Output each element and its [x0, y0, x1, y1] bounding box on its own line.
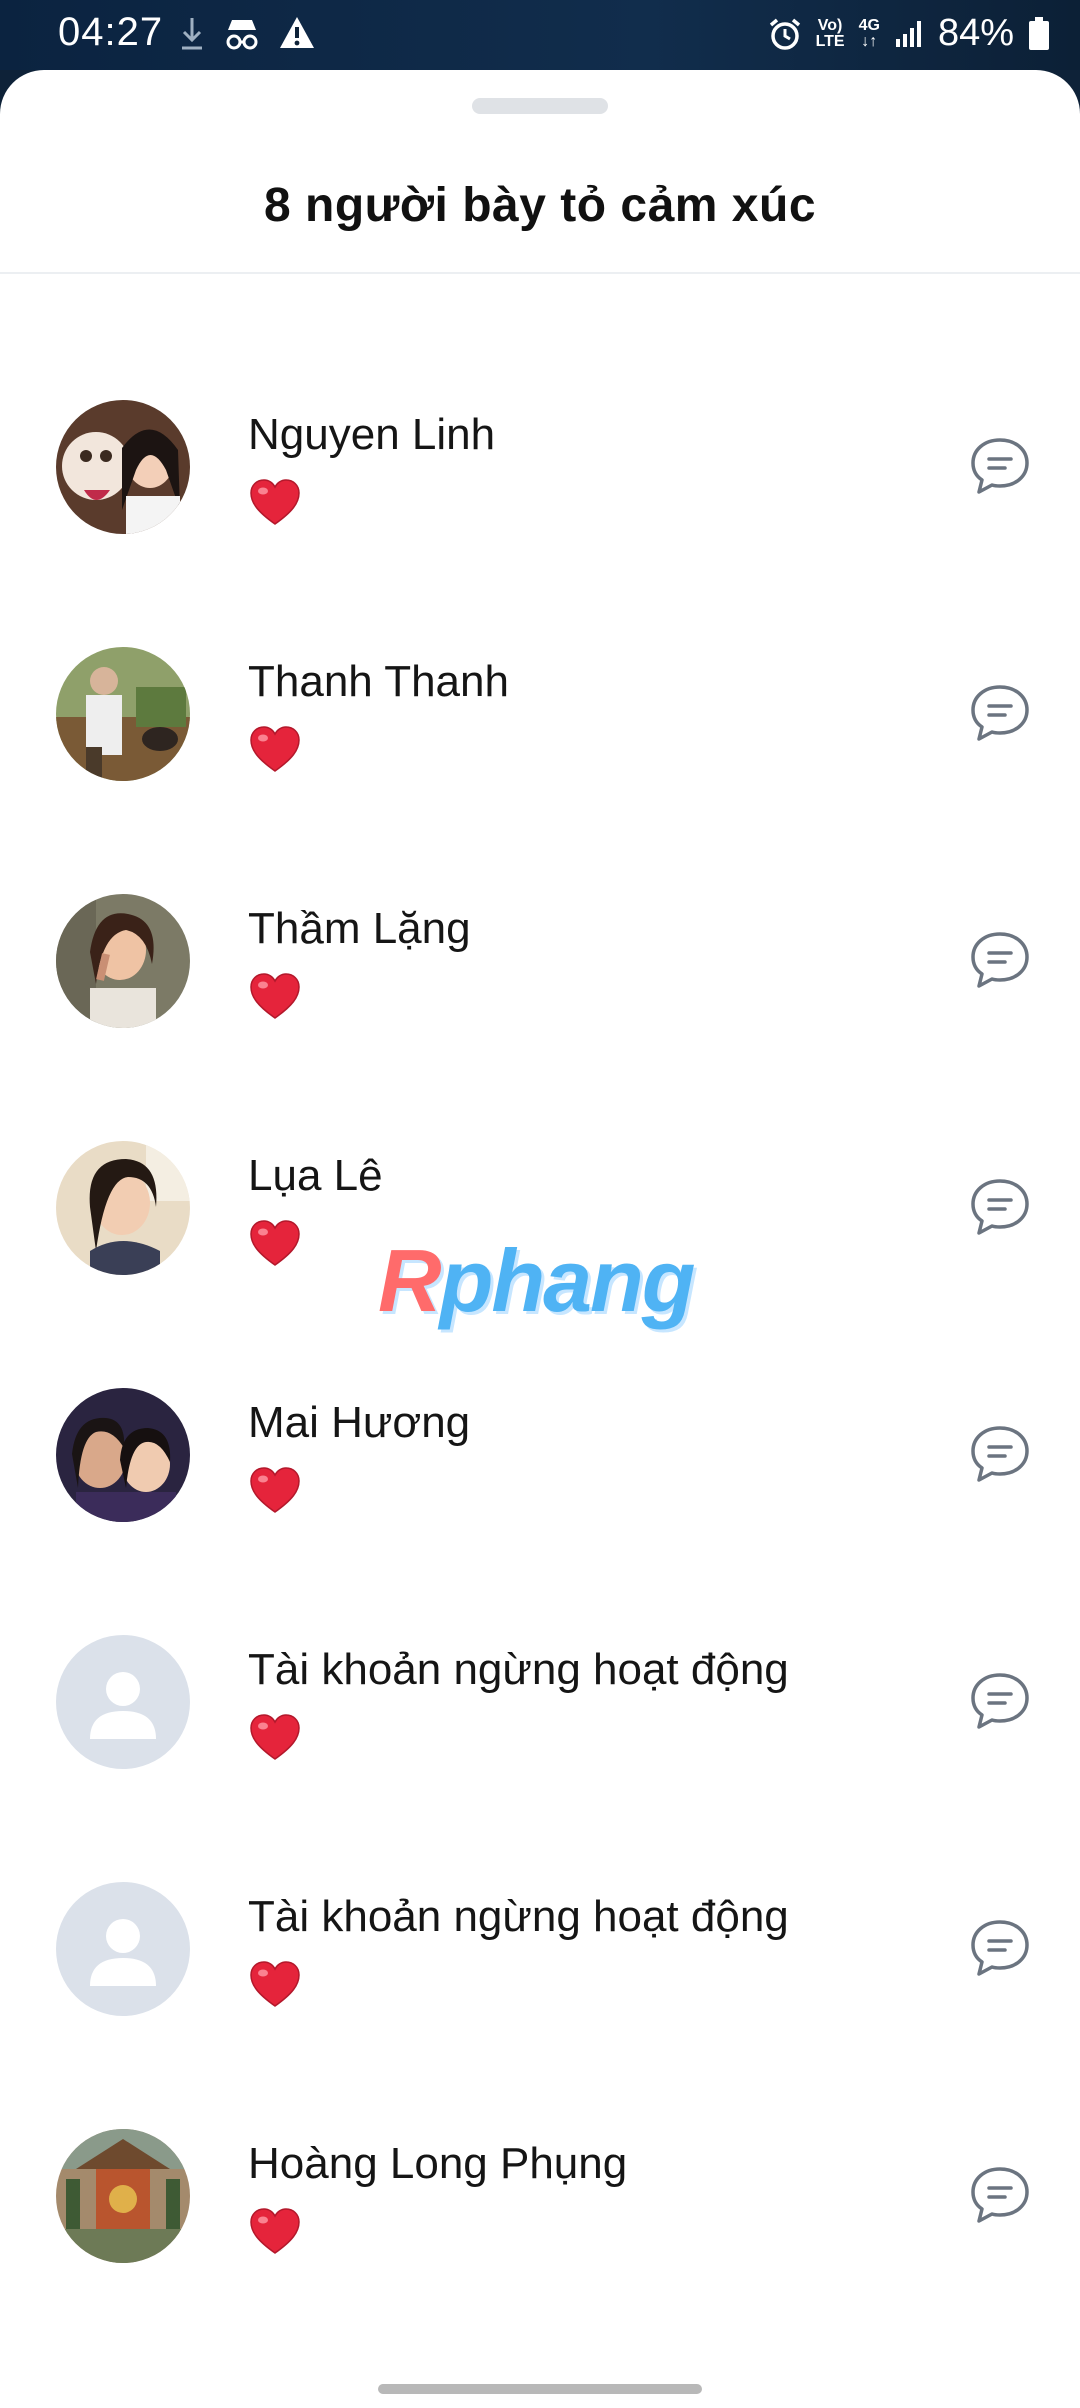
- reactor-name[interactable]: Tài khoản ngừng hoạt động: [248, 1645, 789, 1695]
- reactor-row[interactable]: Hoàng Long Phụng: [0, 2059, 1080, 2306]
- message-icon[interactable]: [968, 2163, 1032, 2227]
- heart-reaction-icon: [248, 1466, 302, 1516]
- avatar[interactable]: [56, 647, 190, 781]
- warning-icon: [280, 17, 314, 48]
- reactor-row[interactable]: Thanh Thanh: [0, 577, 1080, 824]
- reactor-name[interactable]: Tài khoản ngừng hoạt động: [248, 1892, 789, 1942]
- heart-reaction-icon: [248, 972, 302, 1022]
- network-4g-icon: 4G ↓↑: [858, 16, 880, 50]
- reactor-row[interactable]: Thầm Lặng: [0, 824, 1080, 1071]
- reactor-name[interactable]: Lụa Lê: [248, 1151, 383, 1201]
- battery-percent: 84%: [937, 12, 1014, 54]
- battery-icon: [1029, 16, 1049, 50]
- avatar[interactable]: [56, 1141, 190, 1275]
- reactor-row[interactable]: Mai Hương: [0, 1318, 1080, 1565]
- reactor-name[interactable]: Mai Hương: [248, 1398, 470, 1448]
- message-icon[interactable]: [968, 681, 1032, 745]
- heart-reaction-icon: [248, 725, 302, 775]
- signal-icon: [895, 20, 921, 47]
- sheet-title: 8 người bày tỏ cảm xúc: [263, 179, 817, 232]
- avatar[interactable]: [56, 1388, 190, 1522]
- message-icon[interactable]: [968, 1916, 1032, 1980]
- volte-icon: Vo) LTE: [815, 16, 845, 50]
- reactor-row[interactable]: Tài khoản ngừng hoạt động: [0, 1565, 1080, 1812]
- reactor-name[interactable]: Hoàng Long Phụng: [248, 2139, 627, 2189]
- alarm-icon: [769, 18, 800, 50]
- incognito-icon: [226, 20, 258, 50]
- message-icon[interactable]: [968, 434, 1032, 498]
- heart-reaction-icon: [248, 2207, 302, 2257]
- status-bar: 04:27 Vo) LTE 4G ↓↑ 84%: [0, 0, 1080, 70]
- reactions-sheet: 8 người bày tỏ cảm xúc Nguyen Linh Thanh …: [0, 70, 1080, 2408]
- avatar-placeholder[interactable]: [56, 1882, 190, 2016]
- message-icon[interactable]: [968, 1175, 1032, 1239]
- avatar-placeholder[interactable]: [56, 1635, 190, 1769]
- reactor-row[interactable]: Nguyen Linh: [0, 330, 1080, 577]
- avatar[interactable]: [56, 400, 190, 534]
- message-icon[interactable]: [968, 928, 1032, 992]
- divider: [0, 272, 1080, 274]
- avatar[interactable]: [56, 894, 190, 1028]
- reactor-name[interactable]: Thầm Lặng: [248, 904, 471, 954]
- reactor-row[interactable]: Tài khoản ngừng hoạt động: [0, 1812, 1080, 2059]
- reactor-name[interactable]: Thanh Thanh: [248, 657, 509, 707]
- download-icon: [182, 18, 202, 50]
- heart-reaction-icon: [248, 1219, 302, 1269]
- heart-reaction-icon: [248, 1713, 302, 1763]
- status-time: 04:27: [58, 10, 164, 54]
- heart-reaction-icon: [248, 1960, 302, 2010]
- watermark-logo: Rphang: [378, 1231, 696, 1330]
- drag-handle[interactable]: [472, 98, 608, 114]
- reactor-name[interactable]: Nguyen Linh: [248, 410, 495, 460]
- avatar[interactable]: [56, 2129, 190, 2263]
- message-icon[interactable]: [968, 1422, 1032, 1486]
- message-icon[interactable]: [968, 1669, 1032, 1733]
- heart-reaction-icon: [248, 478, 302, 528]
- home-indicator[interactable]: [378, 2384, 702, 2394]
